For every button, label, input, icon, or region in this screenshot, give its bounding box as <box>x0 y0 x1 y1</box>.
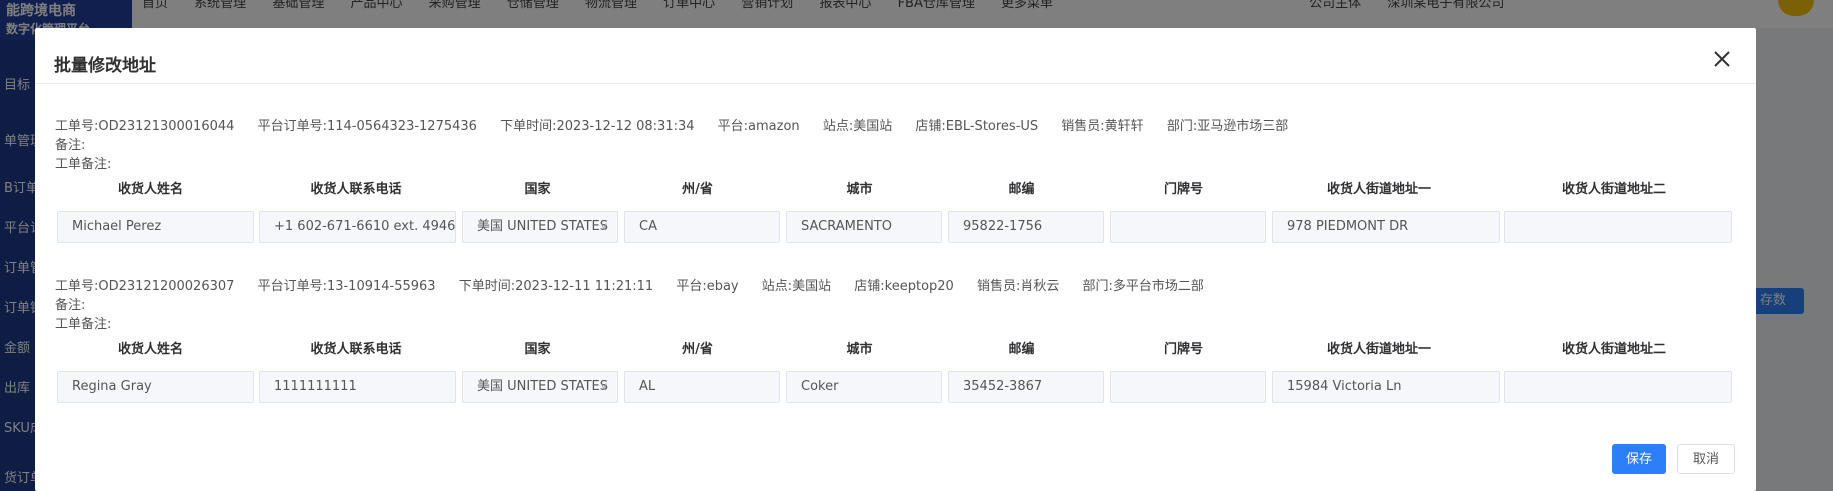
street-address-1-input[interactable]: 978 PIEDMONT DR <box>1272 211 1500 243</box>
country-value: 美国 UNITED STATES <box>477 379 608 394</box>
recipient-name-input[interactable]: Regina Gray <box>57 371 254 403</box>
column-header: 邮编 <box>1008 342 1035 357</box>
column-header: 城市 <box>846 182 873 197</box>
column-header: 州/省 <box>682 182 713 197</box>
column-header: 收货人街道地址二 <box>1561 342 1666 357</box>
column-header: 国家 <box>524 182 551 197</box>
house-number-input[interactable] <box>1110 371 1266 403</box>
batch-edit-address-dialog: 批量修改地址 工单号:OD23121300016044 平台订单号:114-05… <box>35 28 1756 491</box>
country-select[interactable]: 美国 UNITED STATES ∨ <box>462 371 618 403</box>
chevron-down-icon: ∨ <box>599 220 608 233</box>
remark: 备注: <box>55 298 86 313</box>
recipient-phone-input[interactable]: 1111111111 <box>259 371 456 403</box>
work-order-number: 工单号:OD23121300016044 <box>55 119 235 134</box>
street-address-1-input[interactable]: 15984 Victoria Ln <box>1272 371 1500 403</box>
remark: 备注: <box>55 138 86 153</box>
zip-input[interactable]: 95822-1756 <box>948 211 1104 243</box>
department: 部门:多平台市场二部 <box>1082 279 1204 294</box>
state-input[interactable]: CA <box>624 211 780 243</box>
platform-order-number: 平台订单号:13-10914-55963 <box>257 279 436 294</box>
column-header: 收货人街道地址一 <box>1326 342 1431 357</box>
column-header: 收货人姓名 <box>117 182 183 197</box>
seller: 销售员:黄轩轩 <box>1061 119 1144 134</box>
department: 部门:亚马逊市场三部 <box>1166 119 1289 134</box>
order-time: 下单时间:2023-12-12 08:31:34 <box>500 119 695 134</box>
dialog-header: 批量修改地址 <box>35 28 1756 84</box>
city-input[interactable]: Coker <box>786 371 942 403</box>
country-value: 美国 UNITED STATES <box>477 219 608 234</box>
platform: 平台:ebay <box>676 279 739 294</box>
recipient-phone-input[interactable]: +1 602-671-6610 ext. 4946 <box>259 211 456 243</box>
work-order-remark: 工单备注: <box>55 157 112 172</box>
chevron-down-icon: ∨ <box>599 380 608 393</box>
column-header: 邮编 <box>1008 182 1035 197</box>
close-icon[interactable] <box>1711 48 1733 70</box>
site: 站点:美国站 <box>761 279 832 294</box>
store: 店铺:keeptop20 <box>854 279 954 294</box>
order-time: 下单时间:2023-12-11 11:21:11 <box>458 279 654 294</box>
street-address-2-input[interactable] <box>1504 371 1732 403</box>
order-info-line: 工单号:OD23121300016044 平台订单号:114-0564323-1… <box>55 115 1307 134</box>
column-header: 收货人联系电话 <box>310 182 402 197</box>
seller: 销售员:肖秋云 <box>976 279 1060 294</box>
dialog-title: 批量修改地址 <box>54 56 156 76</box>
column-header: 门牌号 <box>1163 342 1203 357</box>
recipient-name-input[interactable]: Michael Perez <box>57 211 254 243</box>
order-info-line: 工单号:OD23121200026307 平台订单号:13-10914-5596… <box>55 275 1223 294</box>
street-address-2-input[interactable] <box>1504 211 1732 243</box>
column-header: 国家 <box>524 342 551 357</box>
country-select[interactable]: 美国 UNITED STATES ∨ <box>462 211 618 243</box>
work-order-number: 工单号:OD23121200026307 <box>55 279 235 294</box>
column-header: 城市 <box>846 342 873 357</box>
site: 站点:美国站 <box>822 119 893 134</box>
column-header: 收货人姓名 <box>117 342 183 357</box>
platform-order-number: 平台订单号:114-0564323-1275436 <box>257 119 477 134</box>
store: 店铺:EBL-Stores-US <box>915 119 1039 134</box>
column-header: 收货人街道地址一 <box>1326 182 1431 197</box>
city-input[interactable]: SACRAMENTO <box>786 211 942 243</box>
work-order-remark: 工单备注: <box>55 317 112 332</box>
house-number-input[interactable] <box>1110 211 1266 243</box>
column-header: 收货人联系电话 <box>310 342 402 357</box>
column-header: 州/省 <box>682 342 713 357</box>
column-header: 门牌号 <box>1163 182 1203 197</box>
save-button[interactable]: 保存 <box>1612 444 1666 474</box>
cancel-button[interactable]: 取消 <box>1677 444 1735 474</box>
state-input[interactable]: AL <box>624 371 780 403</box>
platform: 平台:amazon <box>717 119 800 134</box>
zip-input[interactable]: 35452-3867 <box>948 371 1104 403</box>
column-header: 收货人街道地址二 <box>1561 182 1666 197</box>
